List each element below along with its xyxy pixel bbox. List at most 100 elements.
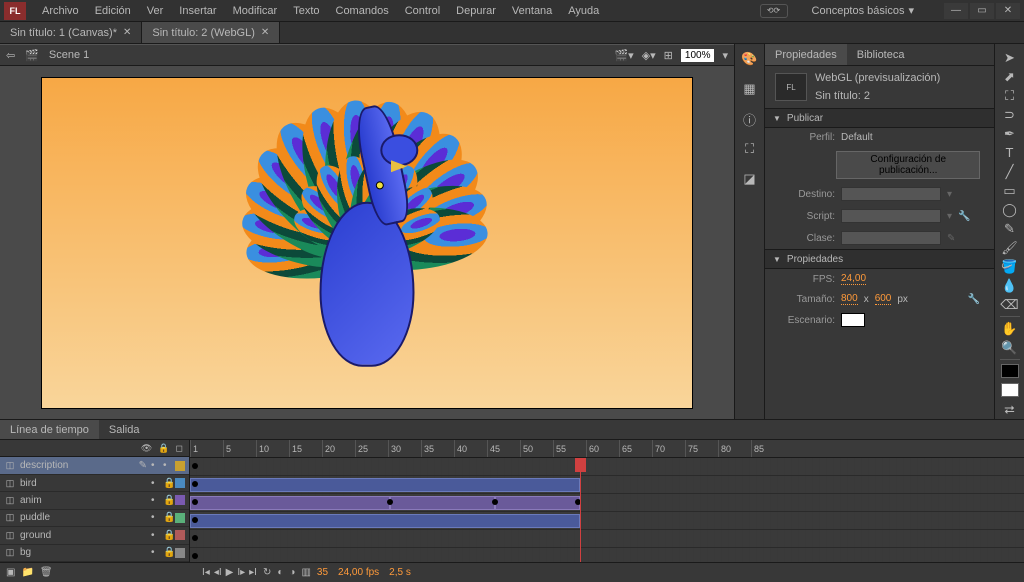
close-button[interactable]: ✕ (996, 3, 1020, 19)
edit-multiple-button[interactable]: ▥ (301, 567, 310, 578)
stroke-swatch[interactable] (998, 362, 1022, 381)
paint-bucket-tool[interactable]: 🪣 (998, 257, 1022, 276)
subselection-tool[interactable]: ⬈ (998, 67, 1022, 86)
first-frame-button[interactable]: I◂ (202, 567, 210, 578)
tab-propiedades[interactable]: Propiedades (765, 44, 847, 65)
zoom-field[interactable]: 100% (681, 49, 715, 62)
fps-value[interactable]: 24,00 (841, 273, 866, 285)
info-icon[interactable]: ⓘ (741, 110, 759, 128)
grid-icon[interactable]: ⊞ (664, 49, 673, 62)
lasso-tool[interactable]: ⊃ (998, 105, 1022, 124)
onion-outline-button[interactable]: ◑ (289, 567, 295, 578)
lock-icon[interactable]: 🔒 (163, 530, 171, 541)
frame-row[interactable] (190, 458, 1024, 476)
minimize-button[interactable]: — (944, 3, 968, 19)
frame-row[interactable] (190, 530, 1024, 548)
fill-swatch[interactable] (998, 381, 1022, 400)
perfil-value[interactable]: Default (841, 132, 873, 143)
stage-color-swatch[interactable] (841, 313, 865, 327)
tab-output[interactable]: Salida (99, 420, 150, 439)
tab-biblioteca[interactable]: Biblioteca (847, 44, 915, 65)
width-value[interactable]: 800 (841, 293, 858, 305)
loop-button[interactable]: ↻ (263, 567, 271, 578)
rectangle-tool[interactable]: ▭ (998, 181, 1022, 200)
menu-depurar[interactable]: Depurar (448, 0, 504, 22)
menu-texto[interactable]: Texto (285, 0, 327, 22)
maximize-button[interactable]: ▭ (970, 3, 994, 19)
fps-readout[interactable]: 24,00 fps (338, 567, 379, 578)
frame-row[interactable] (190, 476, 1024, 494)
free-transform-tool[interactable]: ⛶ (998, 86, 1022, 105)
doc-tab-2[interactable]: Sin título: 2 (WebGL)✕ (142, 22, 280, 43)
close-icon[interactable]: ✕ (261, 22, 269, 44)
menu-modificar[interactable]: Modificar (225, 0, 286, 22)
height-value[interactable]: 600 (875, 293, 892, 305)
pub-config-button[interactable]: Configuración de publicación... (836, 151, 980, 179)
swap-color-icon[interactable]: ⮂ (998, 400, 1022, 419)
transform-icon[interactable]: ⛶ (741, 140, 759, 158)
back-icon[interactable]: ⇦ (6, 49, 15, 62)
new-layer-button[interactable]: ▣ (6, 567, 15, 578)
tab-timeline[interactable]: Línea de tiempo (0, 420, 99, 439)
new-folder-button[interactable]: 📁 (21, 567, 33, 578)
pen-tool[interactable]: ✒ (998, 124, 1022, 143)
menu-ver[interactable]: Ver (139, 0, 172, 22)
chevron-down-icon[interactable]: ▾ (722, 49, 728, 62)
menu-ayuda[interactable]: Ayuda (560, 0, 607, 22)
lock-icon[interactable]: 🔒 (163, 478, 171, 489)
frame-row[interactable] (190, 512, 1024, 530)
delete-layer-button[interactable]: 🗑 (40, 567, 53, 578)
swatches-icon[interactable]: 🎨 (741, 50, 759, 68)
onion-skin-button[interactable]: ◐ (277, 567, 283, 578)
eyedropper-tool[interactable]: 💧 (998, 276, 1022, 295)
menu-comandos[interactable]: Comandos (328, 0, 397, 22)
menu-control[interactable]: Control (397, 0, 448, 22)
layer-row[interactable]: ◫puddle•🔒 (0, 510, 189, 527)
layer-row[interactable]: ◫ground•🔒 (0, 527, 189, 544)
menu-archivo[interactable]: Archivo (34, 0, 87, 22)
frame-row[interactable] (190, 548, 1024, 562)
brush-tool[interactable]: 🖌 (998, 238, 1022, 257)
sync-icon[interactable]: ⟲⟳ (760, 4, 788, 18)
section-publicar[interactable]: ▼Publicar (765, 108, 994, 128)
menu-ventana[interactable]: Ventana (504, 0, 560, 22)
selection-tool[interactable]: ➤ (998, 48, 1022, 67)
prev-frame-button[interactable]: ◂I (214, 567, 222, 578)
pencil-tool[interactable]: ✎ (998, 219, 1022, 238)
close-icon[interactable]: ✕ (123, 22, 131, 44)
play-button[interactable]: ▶ (226, 567, 234, 578)
zoom-tool[interactable]: 🔍 (998, 338, 1022, 357)
menu-insertar[interactable]: Insertar (171, 0, 224, 22)
oval-tool[interactable]: ◯ (998, 200, 1022, 219)
frame-ruler[interactable]: 1 5 10 15 20 25 30 35 40 45 50 55 60 65 … (190, 440, 1024, 458)
last-frame-button[interactable]: ▸I (249, 567, 257, 578)
lock-icon[interactable]: 🔒 (163, 512, 171, 523)
current-frame[interactable]: 35 (317, 567, 328, 578)
eye-icon[interactable]: 👁 (141, 443, 152, 454)
section-propiedades[interactable]: ▼Propiedades (765, 249, 994, 269)
workspace-dropdown[interactable]: Conceptos básicos▾ (800, 4, 926, 17)
layer-row[interactable]: ◫description✎•• (0, 457, 189, 474)
lock-icon[interactable]: 🔒 (163, 547, 171, 558)
hand-tool[interactable]: ✋ (998, 319, 1022, 338)
layer-row[interactable]: ◫bg•🔒 (0, 545, 189, 562)
next-frame-button[interactable]: I▸ (237, 567, 245, 578)
text-tool[interactable]: T (998, 143, 1022, 162)
scene-name[interactable]: Scene 1 (49, 49, 89, 61)
outline-icon[interactable]: ◻ (176, 443, 183, 454)
layer-row[interactable]: ◫bird•🔒 (0, 475, 189, 492)
frames-area[interactable]: 1 5 10 15 20 25 30 35 40 45 50 55 60 65 … (190, 440, 1024, 562)
playhead[interactable] (580, 458, 581, 562)
layer-row[interactable]: ◫anim•🔒 (0, 492, 189, 509)
color-icon[interactable]: ◪ (741, 170, 759, 188)
frame-row[interactable] (190, 494, 1024, 512)
wrench-icon[interactable]: 🔧 (968, 294, 980, 305)
stage-canvas[interactable] (42, 78, 692, 408)
lock-icon[interactable]: 🔒 (163, 495, 171, 506)
align-icon[interactable]: ▦ (741, 80, 759, 98)
symbol-icon[interactable]: ◈▾ (642, 49, 656, 62)
lock-icon[interactable]: 🔒 (158, 443, 169, 454)
menu-edicion[interactable]: Edición (87, 0, 139, 22)
edit-scene-icon[interactable]: 🎬▾ (614, 49, 633, 62)
line-tool[interactable]: ╱ (998, 162, 1022, 181)
